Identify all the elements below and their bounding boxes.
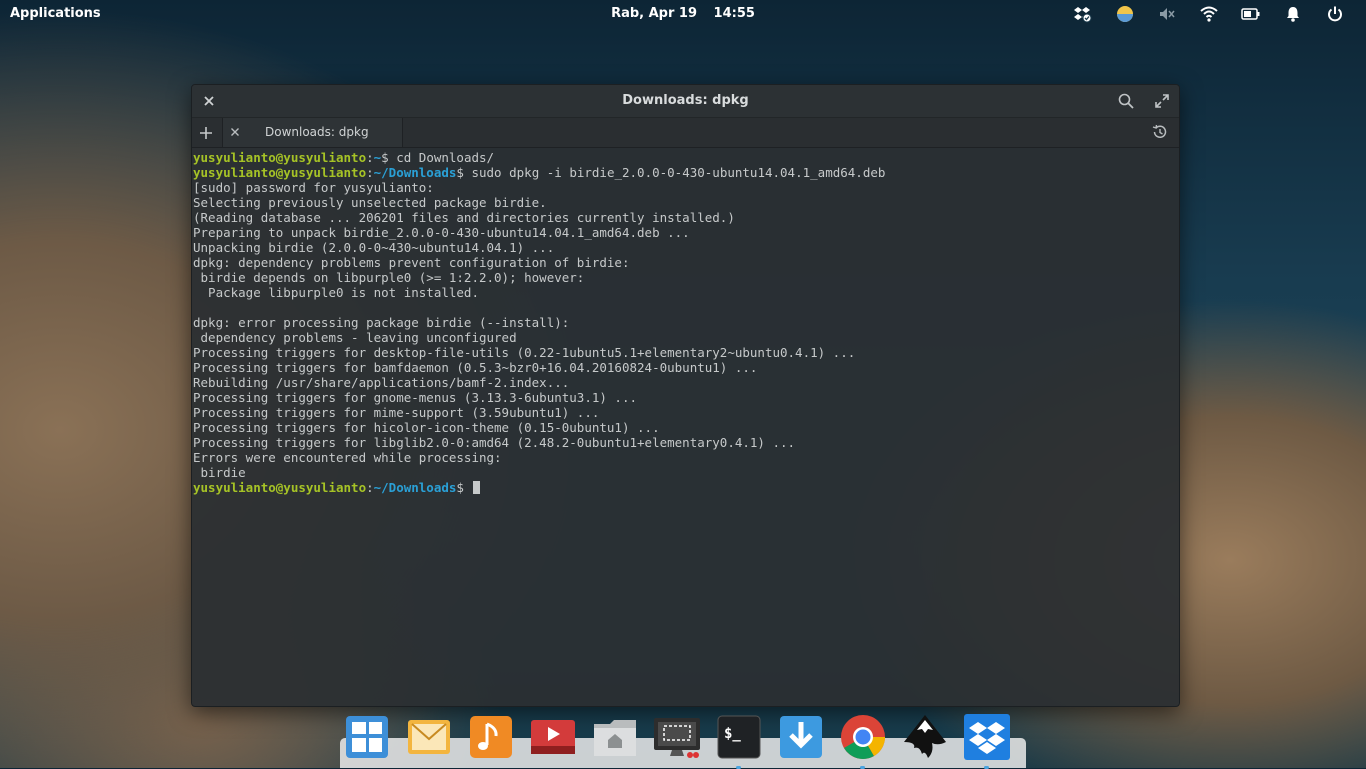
output-text: dpkg: dependency problems prevent config… [193, 255, 630, 270]
dock-item-mail[interactable] [404, 712, 454, 762]
maximize-icon[interactable] [1153, 92, 1171, 110]
terminal-line: Processing triggers for desktop-file-uti… [193, 345, 1179, 360]
search-icon[interactable] [1117, 92, 1135, 110]
output-text: Processing triggers for gnome-menus (3.1… [193, 390, 638, 405]
multitasking-icon [346, 716, 388, 758]
terminal-line: Processing triggers for gnome-menus (3.1… [193, 390, 1179, 405]
indicator-area [1062, 4, 1356, 24]
terminal-line: Processing triggers for libglib2.0-0:amd… [193, 435, 1179, 450]
terminal-line: Package libpurple0 is not installed. [193, 285, 1179, 300]
dock-item-terminal[interactable]: $_ [714, 712, 764, 769]
svg-text:$_: $_ [724, 726, 741, 742]
terminal-line: Rebuilding /usr/share/applications/bamf-… [193, 375, 1179, 390]
output-text: Processing triggers for bamfdaemon (0.5.… [193, 360, 758, 375]
output-text: Processing triggers for hicolor-icon-the… [193, 420, 660, 435]
prompt-path: ~/Downloads [373, 165, 457, 180]
new-tab-icon[interactable] [196, 123, 216, 143]
music-icon [470, 716, 512, 758]
window-title: Downloads: dpkg [622, 93, 749, 108]
window-titlebar[interactable]: Downloads: dpkg [192, 85, 1179, 118]
output-text: Package libpurple0 is not installed. [193, 285, 479, 300]
terminal-line: yusyulianto@yusyulianto:~/Downloads$ [193, 480, 1179, 495]
top-panel: Applications Rab, Apr 19 14:55 [0, 0, 1366, 28]
output-text: Preparing to unpack birdie_2.0.0-0-430-u… [193, 225, 690, 240]
output-text: dependency problems - leaving unconfigur… [193, 330, 517, 345]
output-text: Processing triggers for libglib2.0-0:amd… [193, 435, 796, 450]
dock: $_ [342, 712, 1024, 769]
power-icon[interactable] [1314, 4, 1356, 24]
notifications-icon[interactable] [1272, 4, 1314, 24]
dock-item-videos[interactable] [528, 712, 578, 762]
tab-downloads-dpkg[interactable]: Downloads: dpkg [222, 118, 403, 147]
prompt-user: yusyulianto@yusyulianto [193, 480, 367, 495]
dropbox-sync-icon[interactable] [1062, 4, 1104, 24]
time-label: 14:55 [713, 6, 755, 21]
terminal-window: Downloads: dpkg Downloads: dpkg yusyulia… [191, 84, 1180, 707]
output-text: Unpacking birdie (2.0.0-0~430~ubuntu14.0… [193, 240, 555, 255]
output-text: birdie depends on libpurple0 (>= 1:2.2.0… [193, 270, 585, 285]
terminal-icon: $_ [717, 715, 761, 759]
terminal-line: Preparing to unpack birdie_2.0.0-0-430-u… [193, 225, 1179, 240]
dock-item-dropbox[interactable] [962, 712, 1012, 769]
command-text: sudo dpkg -i birdie_2.0.0-0-430-ubuntu14… [471, 165, 886, 180]
dock-item-downloads[interactable] [776, 712, 826, 762]
screenshot-icon [654, 718, 700, 758]
wifi-icon[interactable] [1188, 4, 1230, 24]
battery-icon[interactable] [1230, 4, 1272, 24]
command-text: cd Downloads/ [396, 150, 495, 165]
output-text: Rebuilding /usr/share/applications/bamf-… [193, 375, 570, 390]
terminal-line: Unpacking birdie (2.0.0-0~430~ubuntu14.0… [193, 240, 1179, 255]
dock-item-multitasking[interactable] [342, 712, 392, 762]
night-light-icon[interactable] [1104, 4, 1146, 24]
terminal-line: dependency problems - leaving unconfigur… [193, 330, 1179, 345]
output-text: dpkg: error processing package birdie (-… [193, 315, 570, 330]
tab-bar: Downloads: dpkg [192, 118, 1179, 148]
text-cursor [473, 481, 481, 494]
terminal-line: Processing triggers for bamfdaemon (0.5.… [193, 360, 1179, 375]
terminal-line: birdie [193, 465, 1179, 480]
tab-close-icon[interactable] [227, 124, 243, 140]
files-icon [594, 720, 636, 756]
videos-icon [531, 720, 575, 754]
tab-label: Downloads: dpkg [265, 125, 369, 139]
terminal-line: birdie depends on libpurple0 (>= 1:2.2.0… [193, 270, 1179, 285]
terminal-line: Processing triggers for hicolor-icon-the… [193, 420, 1179, 435]
download-icon [780, 716, 822, 758]
date-label: Rab, Apr 19 [611, 6, 698, 21]
history-icon[interactable] [1151, 123, 1169, 141]
dock-item-files[interactable] [590, 712, 640, 762]
terminal-line: Selecting previously unselected package … [193, 195, 1179, 210]
prompt-user: yusyulianto@yusyulianto [193, 165, 367, 180]
mail-icon [408, 720, 450, 754]
dock-item-chrome[interactable] [838, 712, 888, 769]
terminal-line: [sudo] password for yusyulianto: [193, 180, 1179, 195]
terminal-line: dpkg: error processing package birdie (-… [193, 315, 1179, 330]
output-text: Processing triggers for desktop-file-uti… [193, 345, 856, 360]
output-text: Selecting previously unselected package … [193, 195, 547, 210]
dock-item-music[interactable] [466, 712, 516, 762]
output-text: birdie [193, 465, 246, 480]
terminal-line: dpkg: dependency problems prevent config… [193, 255, 1179, 270]
inkscape-icon [904, 715, 946, 758]
terminal-line: Errors were encountered while processing… [193, 450, 1179, 465]
output-text: Errors were encountered while processing… [193, 450, 502, 465]
chrome-icon [841, 715, 885, 759]
dropbox-icon [964, 714, 1010, 760]
output-text: (Reading database ... 206201 files and d… [193, 210, 735, 225]
dock-item-inkscape[interactable] [900, 712, 950, 762]
volume-muted-icon[interactable] [1146, 4, 1188, 24]
terminal-line: yusyulianto@yusyulianto:~/Downloads$ sud… [193, 165, 886, 180]
prompt-path: ~/Downloads [373, 480, 457, 495]
output-text: Processing triggers for mime-support (3.… [193, 405, 600, 420]
terminal-line: Processing triggers for mime-support (3.… [193, 405, 1179, 420]
terminal-line: yusyulianto@yusyulianto:~$ cd Downloads/ [193, 150, 495, 165]
output-text: [sudo] password for yusyulianto: [193, 180, 434, 195]
terminal-line: (Reading database ... 206201 files and d… [193, 210, 1179, 225]
prompt-user: yusyulianto@yusyulianto [193, 150, 367, 165]
dock-item-screenshot[interactable] [652, 712, 702, 762]
terminal-output[interactable]: yusyulianto@yusyulianto:~$ cd Downloads/… [192, 148, 1179, 495]
